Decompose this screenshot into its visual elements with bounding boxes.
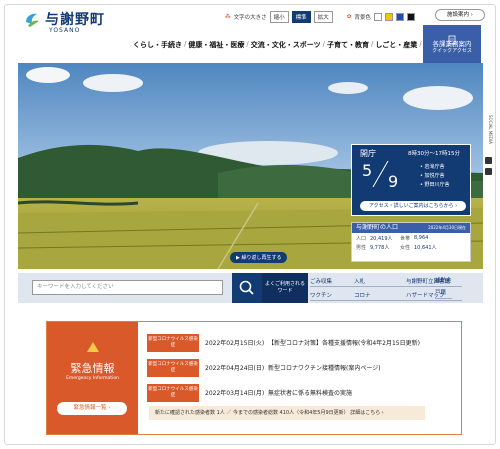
office-iwataki: • 岩滝庁舎	[420, 164, 445, 170]
office-day: 9	[388, 172, 399, 191]
frequent-words-label: よくご利用される ワード	[262, 273, 308, 303]
population-title: 与謝野町の人口	[356, 224, 399, 231]
search-icon	[239, 280, 254, 295]
office-kaya: • 加悦庁舎	[420, 173, 445, 179]
office-list: • 岩滝庁舎 • 加悦庁舎 • 野田川庁舎	[420, 163, 450, 190]
word-link-family-register[interactable]: 戸籍	[435, 289, 452, 299]
access-info-button[interactable]: アクセス・詳しいご案内はこちらから ›	[360, 201, 466, 211]
chevron-right-icon: ›	[470, 12, 473, 18]
facility-guide-button[interactable]: 施設案内 ›	[435, 9, 485, 21]
bg-yellow-button[interactable]	[384, 13, 393, 21]
logo-text: 与謝野町	[45, 12, 105, 28]
news-date: 2022年03月14日(月)	[205, 390, 265, 397]
bg-white-button[interactable]	[373, 13, 382, 21]
population-header: 与謝野町の人口 2022年4月30日現在	[352, 223, 470, 233]
nav-item-education[interactable]: 子育て・教育	[327, 40, 369, 50]
population-row: 男性 9,778人 女性 10,641人	[356, 245, 437, 251]
social-media-label: SOCIAL MEDIA	[488, 115, 493, 144]
text-size-icon: ⁂	[225, 14, 231, 20]
replay-label: 繰り返し再生する	[241, 255, 282, 261]
global-nav: くらし・手続き / 健康・福祉・医療 / 交流・文化・スポーツ / 子育て・教育 / し…	[133, 40, 438, 50]
population-row: 人口 20,419人 世帯 8,964	[356, 235, 429, 242]
utility-bar: ⁂ 文字の大きさ 縮小 標準 拡大 ✿ 背景色	[225, 11, 415, 23]
hero-image: ▶ 繰り返し再生する 開庁 8時30分～17時15分 5 9 • 岩滝庁舎 • …	[18, 63, 483, 269]
word-link-garbage[interactable]: ごみ収集	[310, 277, 354, 287]
category-badge: 新型コロナウイルス感染症	[147, 358, 199, 377]
office-hours-panel: 開庁 8時30分～17時15分 5 9 • 岩滝庁舎 • 加悦庁舎 • 野田川庁…	[351, 144, 471, 216]
youtube-icon[interactable]	[485, 168, 492, 175]
warning-icon	[87, 342, 99, 352]
word-link-library[interactable]: 与謝野町立図書館	[406, 277, 462, 287]
search-input[interactable]: キーワードを入力してください	[32, 280, 223, 295]
search-button[interactable]	[232, 273, 262, 303]
word-link-corona[interactable]: コロナ	[354, 291, 406, 301]
news-date: 2022年04月24日(日)	[205, 365, 265, 372]
search-section: キーワードを入力してください よくご利用される ワード ごみ収集 入札 与謝野町…	[18, 273, 483, 303]
palette-icon: ✿	[346, 14, 352, 20]
news-title[interactable]: 無症状者に係る無料検査の実施	[268, 388, 352, 397]
font-size-small-button[interactable]: 縮小	[269, 11, 289, 23]
nav-item-life[interactable]: くらし・手続き	[133, 40, 182, 50]
frequent-words-extra: 補助金 戸籍	[435, 277, 452, 299]
play-icon: ▶	[236, 255, 240, 261]
date-divider	[372, 160, 389, 188]
population-panel: 与謝野町の人口 2022年4月30日現在 人口 20,419人 世帯 8,964…	[351, 222, 471, 262]
facebook-icon[interactable]	[485, 157, 492, 164]
logo-subtitle: YOSANO	[49, 27, 81, 34]
font-size-label: 文字の大きさ	[233, 15, 267, 21]
nav-item-culture[interactable]: 交流・文化・スポーツ	[251, 40, 321, 50]
bg-black-button[interactable]	[406, 13, 415, 21]
bg-blue-button[interactable]	[395, 13, 404, 21]
facility-guide-label: 施設案内	[447, 12, 470, 18]
emergency-news-list: 新型コロナウイルス感染症 2022年02月15日(火) 【新型コロナ対策】各種支…	[147, 333, 447, 408]
emergency-header: 緊急情報 Emergency Information 緊急情報一覧 ›	[47, 322, 138, 434]
infection-count-link[interactable]: 新たに確認された感染者数 1人 ／ 今までの感染者総数 410人（令和4年5月9…	[149, 406, 425, 420]
quick-access-title: 各課業務案内	[432, 40, 472, 48]
category-badge: 新型コロナウイルス感染症	[147, 383, 199, 402]
list-item[interactable]: 新型コロナウイルス感染症 2022年04月24日(日) 新型コロナワクチン接種情…	[147, 358, 447, 377]
word-link-vaccine[interactable]: ワクチン	[310, 291, 354, 301]
office-hours: 8時30分～17時15分	[408, 151, 460, 157]
emergency-section: 緊急情報 Emergency Information 緊急情報一覧 › 新型コロ…	[46, 321, 462, 435]
font-size-standard-button[interactable]: 標準	[291, 11, 311, 23]
news-title[interactable]: 【新型コロナ対策】各種支援情報(令和4年2月15日更新)	[268, 338, 420, 347]
quick-access-subtitle: クイックアクセス	[432, 48, 472, 54]
quick-access-button[interactable]: 各課業務案内 クイックアクセス	[423, 25, 481, 67]
list-item[interactable]: 新型コロナウイルス感染症 2022年02月15日(火) 【新型コロナ対策】各種支…	[147, 333, 447, 352]
document-icon	[447, 30, 457, 45]
word-link-bid[interactable]: 入札	[354, 277, 406, 287]
replay-slideshow-button[interactable]: ▶ 繰り返し再生する	[230, 252, 288, 263]
population-date: 2022年4月30日現在	[428, 225, 466, 230]
word-link-subsidy[interactable]: 補助金	[435, 277, 452, 287]
category-badge: 新型コロナウイルス感染症	[147, 333, 199, 352]
bg-color-label: 背景色	[354, 15, 371, 21]
list-item[interactable]: 新型コロナウイルス感染症 2022年03月14日(月) 無症状者に係る無料検査の…	[147, 383, 447, 402]
office-status: 開庁	[360, 149, 376, 158]
emergency-subtitle: Emergency Information	[66, 376, 119, 381]
news-title[interactable]: 新型コロナワクチン接種情報(案内ページ)	[268, 363, 381, 372]
font-size-large-button[interactable]: 拡大	[313, 11, 333, 23]
emergency-list-button[interactable]: 緊急情報一覧 ›	[57, 402, 127, 415]
nav-item-health[interactable]: 健康・福祉・医療	[188, 40, 244, 50]
office-nodagawa: • 野田川庁舎	[420, 182, 450, 188]
word-link-hazard-map[interactable]: ハザードマップ	[406, 291, 462, 301]
emergency-title: 緊急情報	[70, 362, 115, 375]
page: 与謝野町 YOSANO ⁂ 文字の大きさ 縮小 標準 拡大 ✿ 背景色 施設案内…	[4, 4, 496, 445]
news-date: 2022年02月15日(火)	[205, 340, 265, 347]
logo-mark-icon	[23, 11, 41, 29]
office-month: 5	[362, 161, 373, 180]
nav-item-industry[interactable]: しごと・産業	[375, 40, 417, 50]
